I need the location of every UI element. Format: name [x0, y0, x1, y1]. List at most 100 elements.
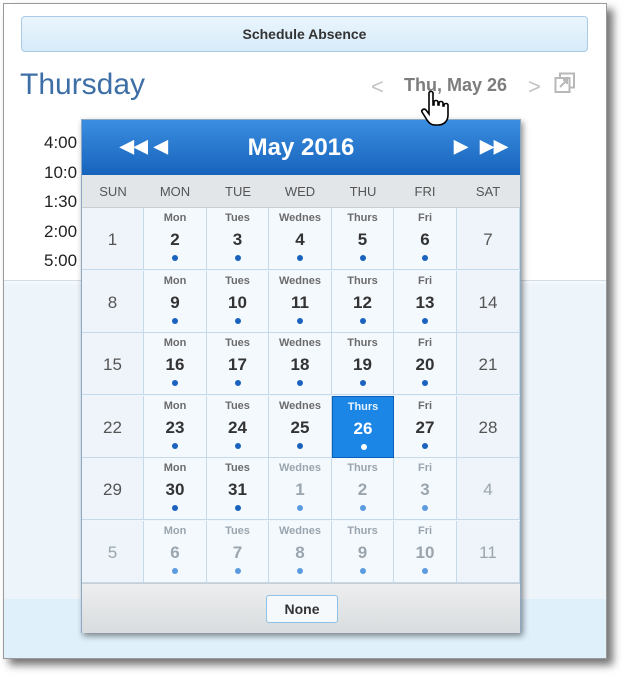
none-button[interactable]: None: [266, 595, 338, 623]
calendar-grid: 1 Mon 2 Tues 3 Wednes 4 Thurs 5 Fri 6 7 8 Mon 9 Tues 10 W…: [82, 208, 520, 583]
availability-dot-icon: [297, 380, 303, 386]
day-weekday-label: Thurs: [347, 337, 378, 349]
calendar-day-cell[interactable]: Fri 3: [394, 458, 457, 520]
day-number: 4: [295, 230, 305, 249]
calendar-day-cell[interactable]: Fri 20: [394, 333, 457, 395]
day-weekday-label: Fri: [417, 462, 433, 474]
day-number: 21: [478, 355, 498, 374]
calendar-day-cell[interactable]: Mon 2: [144, 208, 207, 270]
calendar-day-cell[interactable]: Mon 9: [144, 270, 207, 333]
day-weekday-label: Thurs: [347, 524, 378, 537]
time-list: 4:00 10:0 1:30 2:00 5:00: [44, 128, 82, 276]
day-number: 18: [290, 355, 310, 374]
calendar-day-cell[interactable]: Thurs 2: [332, 458, 394, 520]
calendar-day-cell[interactable]: Tues 3: [207, 208, 269, 270]
calendar-day-cell[interactable]: Wednes 8: [269, 520, 332, 583]
calendar-day-cell[interactable]: Mon 6: [144, 520, 207, 583]
weekday-label: TUE: [225, 184, 251, 199]
prev-day-button[interactable]: <: [371, 74, 384, 100]
next-day-button[interactable]: >: [528, 74, 541, 100]
weekday-header: SUN MON TUE WED THU FRI SAT: [82, 175, 520, 208]
calendar-day-cell[interactable]: 29: [82, 458, 144, 520]
calendar-day-cell[interactable]: 14: [457, 270, 520, 333]
calendar-day-cell[interactable]: Mon 30: [144, 458, 207, 520]
calendar-day-cell[interactable]: Tues 31: [207, 458, 269, 520]
day-weekday-label: Thurs: [347, 274, 378, 287]
availability-dot-icon: [422, 505, 428, 511]
calendar-day-cell[interactable]: Wednes 1: [269, 458, 332, 520]
calendar-day-cell[interactable]: 11: [457, 520, 520, 583]
calendar-day-cell[interactable]: Fri 27: [394, 395, 457, 458]
day-weekday-label: Mon: [163, 212, 187, 224]
day-number: 8: [107, 292, 118, 312]
date-picker-popup: ◀◀ ◀ May 2016 ▶ ▶▶ SUN MON TUE WED THU F…: [81, 119, 521, 633]
calendar-day-cell[interactable]: 5: [82, 520, 144, 583]
day-number: 15: [103, 355, 122, 374]
day-number: 13: [415, 292, 435, 312]
day-number: 14: [478, 292, 498, 312]
day-weekday-label: Thurs: [347, 212, 378, 224]
day-number: 2: [357, 480, 368, 499]
calendar-day-cell[interactable]: Thurs 12: [332, 270, 394, 333]
day-number: 20: [415, 355, 435, 374]
availability-dot-icon: [235, 505, 241, 511]
day-weekday-label: Mon: [163, 462, 187, 474]
calendar-day-cell[interactable]: 1: [82, 208, 144, 270]
calendar-day-cell[interactable]: 21: [457, 333, 520, 395]
calendar-day-cell[interactable]: Mon 16: [144, 333, 207, 395]
weekday-label: FRI: [414, 184, 436, 199]
calendar-day-cell[interactable]: 7: [457, 208, 520, 270]
availability-dot-icon: [422, 255, 428, 261]
day-number: 27: [415, 417, 435, 437]
availability-dot-icon: [235, 380, 241, 386]
availability-dot-icon: [360, 380, 366, 386]
calendar-day-cell[interactable]: Fri 6: [394, 208, 457, 270]
next-year-icon[interactable]: ▶▶: [480, 136, 508, 157]
calendar-day-cell[interactable]: Tues 7: [207, 520, 269, 583]
calendar-day-cell[interactable]: 22: [82, 395, 144, 458]
calendar-day-cell[interactable]: Tues 10: [207, 270, 269, 333]
availability-dot-icon: [297, 317, 303, 324]
calendar-day-cell[interactable]: Thurs 5: [332, 208, 394, 270]
day-number: 6: [420, 230, 430, 249]
calendar-day-cell[interactable]: 4: [457, 458, 520, 520]
calendar-day-cell[interactable]: Wednes 11: [269, 270, 332, 333]
availability-dot-icon: [172, 380, 178, 386]
schedule-absence-button[interactable]: Schedule Absence: [21, 16, 588, 52]
next-month-icon[interactable]: ▶: [454, 136, 468, 157]
calendar-day-cell[interactable]: Thurs 26: [332, 395, 394, 458]
day-number: 16: [165, 355, 185, 374]
availability-dot-icon: [360, 505, 366, 511]
calendar-day-cell[interactable]: 28: [457, 395, 520, 458]
day-number: 11: [479, 542, 497, 562]
day-number: 25: [290, 417, 310, 437]
time-item: 2:00: [44, 221, 78, 241]
calendar-day-cell[interactable]: Fri 10: [394, 520, 457, 583]
availability-dot-icon: [297, 567, 303, 574]
day-number: 4: [483, 480, 493, 499]
popout-icon[interactable]: [554, 72, 576, 94]
calendar-day-cell[interactable]: Tues 24: [207, 395, 269, 458]
calendar-day-cell[interactable]: Wednes 4: [269, 208, 332, 270]
day-title: Thursday: [20, 68, 146, 101]
day-weekday-label: Wednes: [279, 212, 321, 224]
day-number: 2: [170, 230, 180, 249]
availability-dot-icon: [360, 567, 366, 574]
calendar-day-cell[interactable]: Thurs 9: [332, 520, 394, 583]
time-item: 1:30: [44, 192, 78, 211]
day-number: 8: [295, 542, 305, 562]
calendar-day-cell[interactable]: Mon 23: [144, 395, 207, 458]
day-number: 5: [357, 230, 368, 249]
day-number: 9: [357, 542, 368, 562]
day-weekday-label: Fri: [417, 212, 433, 224]
calendar-day-cell[interactable]: 15: [82, 333, 144, 395]
calendar-day-cell[interactable]: Tues 17: [207, 333, 269, 395]
calendar-day-cell[interactable]: Wednes 18: [269, 333, 332, 395]
day-number: 3: [420, 480, 430, 499]
calendar-day-cell[interactable]: Wednes 25: [269, 395, 332, 458]
calendar-day-cell[interactable]: Fri 13: [394, 270, 457, 333]
calendar-day-cell[interactable]: Thurs 19: [332, 333, 394, 395]
calendar-day-cell[interactable]: 8: [82, 270, 144, 333]
availability-dot-icon: [172, 255, 178, 261]
day-number: 10: [228, 292, 247, 312]
